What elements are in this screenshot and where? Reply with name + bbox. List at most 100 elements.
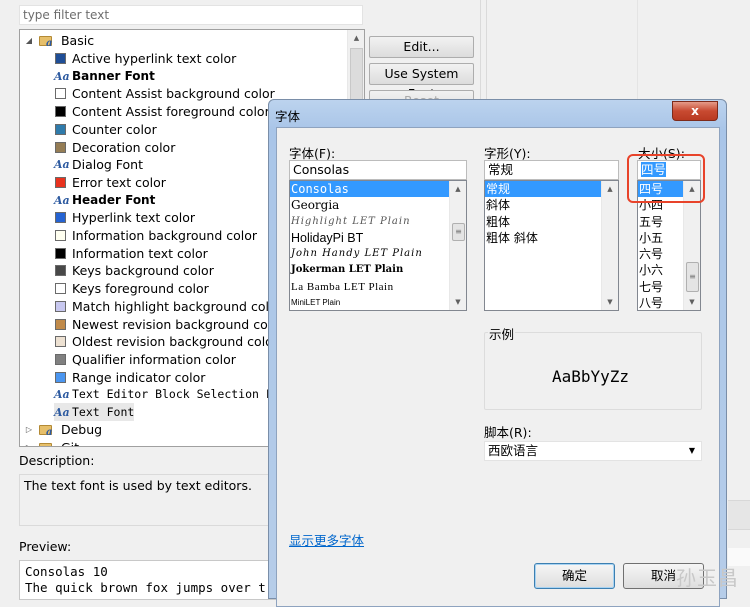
font-family-list[interactable]: Consolas Georgia Highlight LET Plain Holida…	[289, 180, 467, 311]
scroll-thumb[interactable]: ≡	[686, 262, 699, 292]
scroll-down-arrow-icon[interactable]: ▼	[684, 294, 700, 310]
tree-item-label: Content Assist background color	[72, 86, 275, 102]
tree-item-label: Active hyperlink text color	[72, 51, 237, 66]
list-item[interactable]: 粗体	[485, 214, 618, 230]
tree-item[interactable]: Keys foreground color	[54, 279, 209, 297]
tree-item-label: Text Font	[72, 405, 135, 419]
color-swatch-icon	[55, 176, 66, 188]
tree-item[interactable]: Newest revision background color	[54, 315, 284, 333]
dialog-title: 字体	[275, 109, 301, 124]
tree-item-label: Text Editor Block Selection Font	[72, 387, 294, 402]
tree-node-debug[interactable]: ▷ a Debug	[23, 420, 102, 438]
scroll-up-arrow-icon[interactable]: ▲	[602, 181, 618, 197]
preview-line: Consolas 10	[25, 564, 108, 579]
font-style-list[interactable]: 常规 斜体 粗体 粗体 斜体 ▲ ▼	[484, 180, 619, 311]
tree-item-label: Dialog Font	[72, 157, 144, 173]
tree-item[interactable]: Content Assist background color	[54, 84, 275, 102]
show-more-fonts-link[interactable]: 显示更多字体	[289, 530, 364, 549]
color-swatch-icon	[55, 53, 66, 64]
tree-item[interactable]: Match highlight background color	[54, 297, 282, 315]
style-list-scrollbar[interactable]: ▲ ▼	[601, 181, 618, 310]
tree-item-label: Banner Font	[72, 68, 155, 83]
folder-font-icon: a	[38, 34, 55, 49]
font-icon: Aa	[54, 406, 70, 419]
list-item[interactable]: 斜体	[485, 197, 618, 213]
tree-item[interactable]: Qualifier information color	[54, 350, 236, 368]
color-swatch-icon	[55, 336, 66, 348]
list-item[interactable]: Consolas	[290, 181, 449, 198]
tree-item[interactable]: Aa Text Font	[54, 403, 135, 421]
tree-item-label: Decoration color	[72, 139, 176, 155]
scroll-thumb[interactable]: ≡	[452, 223, 465, 241]
color-swatch-icon	[55, 283, 66, 295]
tree-item[interactable]: Keys background color	[54, 261, 214, 279]
tree-item-label: Range indicator color	[72, 369, 206, 385]
scroll-down-arrow-icon[interactable]: ▼	[450, 294, 466, 310]
watermark-text: 孙玉昌	[676, 566, 739, 590]
edit-button[interactable]: Edit...	[369, 36, 474, 58]
color-swatch-icon	[55, 318, 66, 330]
tree-item[interactable]: Aa Text Editor Block Selection Font	[54, 385, 294, 403]
tree-item[interactable]: Active hyperlink text color	[54, 49, 236, 67]
list-item[interactable]: Jokerman LET Plain	[290, 262, 466, 278]
color-swatch-icon	[55, 88, 66, 100]
collapse-triangle-icon[interactable]: ▷	[23, 439, 35, 446]
tree-item[interactable]: Information background color	[54, 226, 257, 244]
ok-button[interactable]: 确定	[534, 563, 615, 589]
tree-item[interactable]: Aa Dialog Font	[54, 155, 143, 173]
close-button[interactable]: x	[672, 101, 718, 121]
list-item[interactable]: Highlight LET Plain	[290, 214, 466, 230]
tree-item-label: Match highlight background color	[72, 298, 282, 314]
tree-item[interactable]: Hyperlink text color	[54, 208, 195, 226]
font-icon: Aa	[54, 193, 70, 207]
scroll-up-arrow-icon[interactable]: ▲	[348, 30, 364, 47]
color-swatch-icon	[55, 371, 66, 383]
tree-item-label: Qualifier information color	[72, 351, 236, 367]
background-panel-strip	[728, 500, 750, 530]
tree-item-label: Keys foreground color	[72, 281, 209, 297]
description-text: The text font is used by text editors.	[19, 474, 279, 526]
script-selected-value: 西欧语言	[488, 443, 539, 458]
font-icon: Aa	[54, 388, 70, 402]
list-item[interactable]: La Bamba LET Plain	[290, 279, 466, 295]
scroll-down-arrow-icon[interactable]: ▼	[602, 294, 618, 310]
font-icon: Aa	[54, 69, 70, 83]
scroll-up-arrow-icon[interactable]: ▲	[450, 181, 466, 197]
list-item[interactable]: John Handy LET Plain	[290, 246, 466, 262]
tree-item[interactable]: Content Assist foreground color	[54, 102, 270, 120]
panel-divider	[637, 0, 638, 100]
tree-item[interactable]: Decoration color	[54, 138, 175, 156]
list-item[interactable]: MiniLET Plain	[290, 295, 466, 310]
use-system-font-button[interactable]: Use System Font	[369, 63, 474, 101]
list-item[interactable]: Georgia	[290, 197, 466, 213]
tree-item-label: Content Assist foreground color	[72, 104, 270, 120]
tree-item[interactable]: Aa Banner Font	[54, 67, 155, 85]
tree-item-label: Information background color	[72, 228, 258, 243]
list-item[interactable]: 粗体 斜体	[485, 230, 618, 246]
font-family-input[interactable]: Consolas	[289, 160, 467, 180]
preview-box: Consolas 10 The quick brown fox jumps ov…	[19, 560, 281, 600]
script-select[interactable]: 西欧语言 ▼	[484, 441, 702, 461]
tree-item[interactable]: Aa Header Font	[54, 191, 155, 209]
preview-label: Preview:	[19, 539, 72, 554]
tree-item[interactable]: Oldest revision background color	[54, 332, 278, 350]
tree-item[interactable]: Error text color	[54, 173, 166, 191]
expand-triangle-icon[interactable]: ◢	[23, 32, 35, 49]
font-style-input[interactable]: 常规	[484, 160, 619, 180]
tree-item[interactable]: Information text color	[54, 244, 208, 262]
tree-node-git[interactable]: ▷ Git	[23, 438, 79, 446]
tree-item-label: Hyperlink text color	[72, 210, 196, 226]
tree-item-label: Header Font	[72, 192, 156, 207]
tree-item-label: Keys background color	[72, 263, 214, 279]
panel-divider	[486, 0, 487, 100]
tree-item[interactable]: Counter color	[54, 120, 157, 138]
filter-input[interactable]: type filter text	[19, 5, 363, 25]
list-item[interactable]: HolidayPi BT	[290, 230, 466, 246]
collapse-triangle-icon[interactable]: ▷	[23, 421, 35, 438]
preview-line: The quick brown fox jumps over t	[25, 580, 266, 595]
tree-item[interactable]: Range indicator color	[54, 368, 205, 386]
font-list-scrollbar[interactable]: ▲ ≡ ▼	[449, 181, 466, 310]
tree-node-basic[interactable]: ◢ a Basic	[23, 31, 94, 49]
tree-item-label: Oldest revision background color	[72, 334, 278, 350]
list-item[interactable]: 常规	[485, 181, 601, 198]
